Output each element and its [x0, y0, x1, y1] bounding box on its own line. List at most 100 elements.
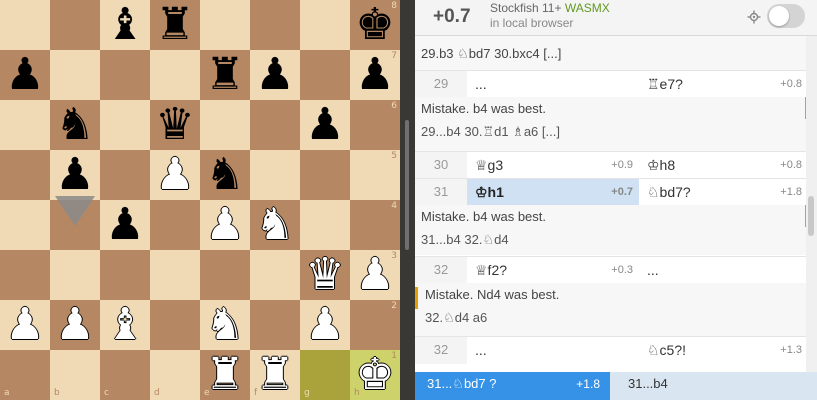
move-white[interactable]: ♕f2? +0.3	[467, 257, 639, 284]
square-c5[interactable]	[100, 150, 150, 200]
move-index: 32	[415, 257, 467, 284]
square-d3[interactable]	[150, 250, 200, 300]
engine-line-move: 31...b4	[628, 376, 668, 391]
chess-board[interactable]: 8 7 6 5 4 3 2 1 a b c d e f g h ♝ ♜ ♚ ♟ ♜ ♟ ♟ ♞ ♛ ♟ ♟ ♟ ♞ ♟ ♟ ♞ ♛ ♟ ♟ ♟ ♝ ♞ ♟ ♜…	[0, 0, 400, 400]
comment-text: Mistake. b4 was best.	[421, 101, 546, 116]
black-pawn-a7[interactable]: ♟	[0, 50, 50, 100]
mistake-comment: Mistake. b4 was best. 29...b4 30.♖d1 ♗a6…	[415, 97, 806, 151]
white-knight-f4[interactable]: ♞	[250, 200, 300, 250]
square-f8[interactable]	[250, 0, 300, 50]
comment-text: Mistake. b4 was best.	[421, 209, 546, 224]
move-black[interactable]: ♖e7? +0.8	[639, 71, 806, 98]
move-index: 31	[415, 179, 467, 206]
move-white[interactable]: ...	[467, 337, 639, 364]
black-knight-b6[interactable]: ♞	[50, 100, 100, 150]
move-san: ♔h8	[647, 157, 676, 173]
move-black[interactable]: ♔h8 +0.8	[639, 152, 806, 179]
square-a4[interactable]	[0, 200, 50, 250]
square-f2[interactable]	[250, 300, 300, 350]
white-rook-e1[interactable]: ♜	[200, 350, 250, 400]
move-white-active[interactable]: ♔h1 +0.7	[467, 179, 639, 206]
square-g8[interactable]	[300, 0, 350, 50]
move-black[interactable]: ...	[639, 257, 806, 284]
black-pawn-g6[interactable]: ♟	[300, 100, 350, 150]
square-a5[interactable]	[0, 150, 50, 200]
black-rook-d8[interactable]: ♜	[150, 0, 200, 50]
move-white[interactable]: ♕g3 +0.9	[467, 152, 639, 179]
move-index: 29	[415, 71, 467, 98]
square-f6[interactable]	[250, 100, 300, 150]
black-rook-e7[interactable]: ♜	[200, 50, 250, 100]
square-g4[interactable]	[300, 200, 350, 250]
white-pawn-h3[interactable]: ♟	[350, 250, 400, 300]
black-king-h8[interactable]: ♚	[350, 0, 400, 50]
white-rook-f1[interactable]: ♜	[250, 350, 300, 400]
square-e3[interactable]	[200, 250, 250, 300]
engine-toggle[interactable]	[767, 4, 805, 28]
black-pawn-h7[interactable]: ♟	[350, 50, 400, 100]
square-e8[interactable]	[200, 0, 250, 50]
move-black[interactable]: ♘bd7? +1.8	[639, 179, 806, 206]
white-pawn-g2[interactable]: ♟	[300, 300, 350, 350]
engine-title: Stockfish 11+	[490, 1, 562, 15]
comment-variation[interactable]: 29...b4 30.♖d1 ♗a6 [...]	[421, 124, 560, 140]
square-d2[interactable]	[150, 300, 200, 350]
variation-line[interactable]: 29.b3 ♘bd7 30.bxc4 [...]	[421, 46, 561, 62]
white-knight-e2[interactable]: ♞	[200, 300, 250, 350]
black-pawn-f7[interactable]: ♟	[250, 50, 300, 100]
engine-line-2[interactable]: 31...b4	[618, 372, 808, 400]
move-index: 32	[415, 337, 467, 364]
toggle-knob	[769, 6, 789, 26]
square-e6[interactable]	[200, 100, 250, 150]
engine-line-1[interactable]: 31...♘bd7 ? +1.8	[415, 372, 610, 400]
black-knight-e5[interactable]: ♞	[200, 150, 250, 200]
analysis-panel: +0.7 Stockfish 11+ WASMX in local browse…	[415, 0, 817, 400]
white-pawn-d5[interactable]: ♟	[150, 150, 200, 200]
white-pawn-e4[interactable]: ♟	[200, 200, 250, 250]
square-b7[interactable]	[50, 50, 100, 100]
square-d4[interactable]	[150, 200, 200, 250]
engine-name: Stockfish 11+ WASMX	[490, 1, 610, 15]
square-b3[interactable]	[50, 250, 100, 300]
black-pawn-b5[interactable]: ♟	[50, 150, 100, 200]
rank-label: 5	[391, 151, 397, 161]
square-g5[interactable]	[300, 150, 350, 200]
square-c7[interactable]	[100, 50, 150, 100]
settings-icon[interactable]	[747, 10, 761, 24]
black-pawn-c4[interactable]: ♟	[100, 200, 150, 250]
file-label: g	[304, 388, 310, 398]
square-a3[interactable]	[0, 250, 50, 300]
white-king-h1[interactable]: ♚	[350, 350, 400, 400]
rank-label: 2	[391, 301, 397, 311]
square-c3[interactable]	[100, 250, 150, 300]
white-pawn-a2[interactable]: ♟	[0, 300, 50, 350]
move-san: ♕f2?	[475, 262, 508, 278]
black-queen-d6[interactable]: ♛	[150, 100, 200, 150]
square-c6[interactable]	[100, 100, 150, 150]
comment-variation[interactable]: 31...b4 32.♘d4	[421, 232, 509, 248]
rank-label: 4	[391, 201, 397, 211]
black-bishop-c8[interactable]: ♝	[100, 0, 150, 50]
move-san: ♔h1	[475, 184, 504, 200]
move-white[interactable]: ...	[467, 71, 639, 98]
white-queen-g3[interactable]: ♛	[300, 250, 350, 300]
move-eval: +1.8	[780, 186, 802, 198]
move-san: ♘c5?!	[647, 342, 687, 358]
square-g7[interactable]	[300, 50, 350, 100]
square-b8[interactable]	[50, 0, 100, 50]
move-eval: +0.8	[780, 78, 802, 90]
square-a6[interactable]	[0, 100, 50, 150]
move-list-scrollbar[interactable]	[806, 36, 817, 372]
square-f5[interactable]	[250, 150, 300, 200]
white-pawn-b2[interactable]: ♟	[50, 300, 100, 350]
square-d7[interactable]	[150, 50, 200, 100]
scroll-thumb[interactable]	[808, 196, 814, 236]
resize-handle[interactable]	[405, 120, 409, 250]
square-f3[interactable]	[250, 250, 300, 300]
white-bishop-c2[interactable]: ♝	[100, 300, 150, 350]
square-a8[interactable]	[0, 0, 50, 50]
engine-lines-bar: 31...♘bd7 ? +1.8 31...b4	[415, 372, 817, 400]
hint-arrow-icon	[55, 196, 95, 226]
comment-variation[interactable]: 32.♘d4 a6	[425, 310, 487, 326]
move-black[interactable]: ♘c5?! +1.3	[639, 337, 806, 364]
